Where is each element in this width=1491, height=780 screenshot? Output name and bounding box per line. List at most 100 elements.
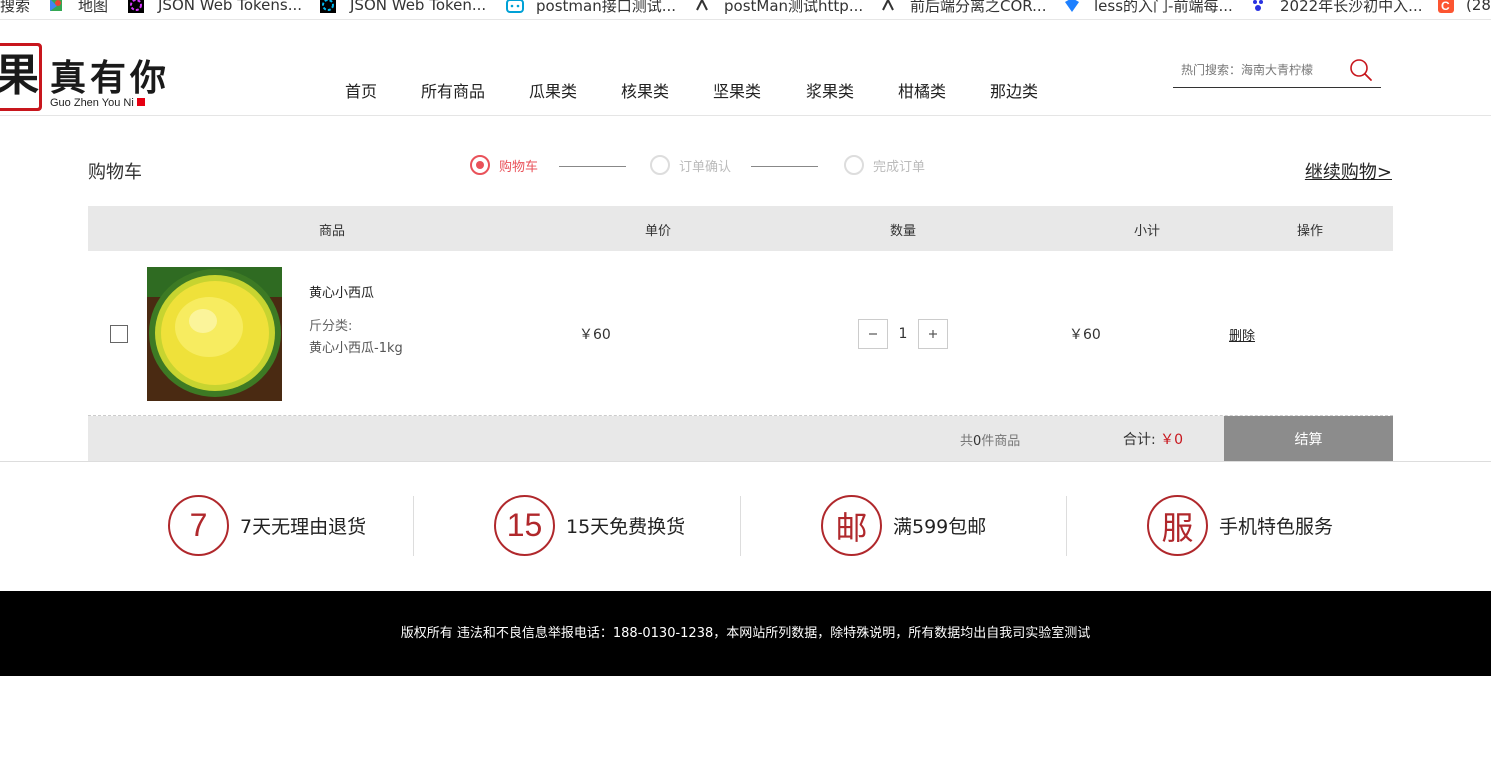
- column-header-actions: 操作: [1297, 224, 1324, 239]
- logo-subtitle: Guo Zhen You Ni: [50, 97, 145, 109]
- service-text: 手机特色服务: [1219, 516, 1334, 538]
- service-icon: 服: [1147, 495, 1208, 556]
- bookmarks-bar: 搜索 地图 JSON Web Tokens... JSON Web Token.…: [0, 0, 1491, 20]
- nav-all-products[interactable]: 所有商品: [421, 78, 485, 102]
- logo-subtitle-text: Guo Zhen You Ni: [50, 97, 134, 109]
- bookmark-label: postman接口测试...: [536, 0, 677, 15]
- total-amount: ￥0: [1160, 432, 1184, 448]
- cart-table-header: 商品 单价 数量 小计 操作: [88, 206, 1393, 251]
- nav-stone-fruit[interactable]: 核果类: [621, 78, 669, 102]
- bookmark-maps[interactable]: 地图: [48, 0, 108, 16]
- search-icon[interactable]: [1349, 58, 1373, 82]
- nav-home[interactable]: 首页: [345, 78, 377, 102]
- search-input[interactable]: [1173, 56, 1333, 84]
- step-inactive-icon: [650, 155, 670, 175]
- service-text: 15天免费换货: [566, 516, 686, 538]
- bookmark-postman[interactable]: postman接口测试...: [506, 0, 676, 16]
- product-spec-value: 黄心小西瓜-1kg: [309, 341, 403, 356]
- shield-icon: [1064, 0, 1080, 13]
- site-footer: 版权所有 违法和不良信息举报电话：188-0130-1238，本网站所列数据，除…: [0, 591, 1491, 676]
- section-divider: [0, 461, 1491, 462]
- step-label: 购物车: [499, 159, 539, 175]
- search-box: [1173, 56, 1381, 88]
- bookmark-label: 2022年长沙初中入...: [1280, 0, 1423, 15]
- increment-button[interactable]: [918, 319, 948, 349]
- bookmark-jwt-2[interactable]: JSON Web Token...: [320, 0, 486, 16]
- svg-text:C: C: [1441, 0, 1450, 13]
- service-7day-return: 7 7天无理由退货: [168, 495, 366, 556]
- bookmark-changsha[interactable]: 2022年长沙初中入...: [1250, 0, 1422, 16]
- product-image[interactable]: [147, 267, 282, 401]
- delete-item-link[interactable]: 删除: [1229, 325, 1255, 344]
- nav-melons[interactable]: 瓜果类: [529, 78, 577, 102]
- plus-icon: [929, 330, 937, 338]
- count-prefix: 共: [960, 434, 974, 449]
- service-text: 7天无理由退货: [240, 516, 367, 538]
- cart-item-row: 黄心小西瓜 斤分类: 黄心小西瓜-1kg ￥60 1 ￥60 删除: [88, 251, 1393, 416]
- bookmark-less[interactable]: less的入门-前端每...: [1064, 0, 1233, 16]
- jwt-icon: [320, 0, 336, 13]
- decrement-button[interactable]: [858, 319, 888, 349]
- quantity-value[interactable]: 1: [888, 326, 918, 342]
- column-header-subtotal: 小计: [1134, 224, 1161, 239]
- bookmark-label: 搜索: [0, 0, 31, 15]
- continue-shopping-link[interactable]: 继续购物>: [1305, 158, 1392, 184]
- return-7-icon: 7: [168, 495, 229, 556]
- checkout-button[interactable]: 结算: [1224, 416, 1393, 461]
- bookmark-jwt-1[interactable]: JSON Web Tokens...: [128, 0, 302, 16]
- quantity-stepper: 1: [858, 319, 948, 349]
- bookmark-cors[interactable]: 前后端分离之COR...: [880, 0, 1046, 16]
- logo-dot-icon: [136, 98, 145, 106]
- service-separator: [1066, 496, 1067, 556]
- nav-other[interactable]: 那边类: [990, 78, 1038, 102]
- column-header-price: 单价: [645, 224, 672, 239]
- bookmark-postman-http[interactable]: postMan测试http...: [694, 0, 863, 16]
- bookmark-label: postMan测试http...: [724, 0, 864, 15]
- bookmark-label: JSON Web Tokens...: [158, 0, 303, 14]
- bilibili-icon: [506, 0, 524, 13]
- step-connector: [559, 166, 626, 167]
- step-complete: 完成订单: [844, 155, 925, 175]
- item-subtotal: ￥60: [1069, 327, 1101, 343]
- cart-summary-bar: 共0件商品 合计: ￥0 结算: [88, 416, 1393, 461]
- service-free-shipping: 邮 满599包邮: [821, 495, 986, 556]
- logo-mark[interactable]: 果: [0, 43, 42, 111]
- column-header-product: 商品: [319, 224, 346, 239]
- product-spec-label: 斤分类:: [309, 319, 353, 334]
- product-name[interactable]: 黄心小西瓜: [309, 282, 374, 301]
- item-count: 共0件商品: [960, 430, 1020, 449]
- jwt-icon: [128, 0, 144, 13]
- step-inactive-icon: [844, 155, 864, 175]
- bookmark-label: 前后端分离之COR...: [910, 0, 1047, 15]
- total-label: 合计:: [1123, 432, 1161, 448]
- bookmark-label: 地图: [78, 0, 109, 15]
- unit-price: ￥60: [579, 327, 611, 343]
- exchange-15-icon: 15: [494, 495, 555, 556]
- maps-icon: [48, 0, 64, 13]
- nav-nuts[interactable]: 坚果类: [713, 78, 761, 102]
- logo-text[interactable]: 真有你: [50, 49, 170, 101]
- nav-citrus[interactable]: 柑橘类: [898, 78, 946, 102]
- item-select-checkbox[interactable]: [110, 325, 128, 343]
- mail-icon: 邮: [821, 495, 882, 556]
- bookmark-label: JSON Web Token...: [350, 0, 487, 14]
- cnblogs-icon: [880, 0, 896, 13]
- site-header: 果 真有你 Guo Zhen You Ni 首页 所有商品 瓜果类 核果类 坚果…: [0, 21, 1491, 116]
- column-header-quantity: 数量: [890, 224, 917, 239]
- service-15day-exchange: 15 15天免费换货: [494, 495, 685, 556]
- count-suffix: 件商品: [981, 434, 1021, 449]
- step-cart: 购物车: [470, 155, 538, 175]
- service-separator: [413, 496, 414, 556]
- baidu-icon: [1250, 0, 1266, 13]
- csdn-icon: C: [1438, 0, 1454, 13]
- step-label: 完成订单: [873, 159, 926, 175]
- step-label: 订单确认: [679, 159, 732, 175]
- bookmark-label: (28: [1466, 0, 1491, 14]
- order-total: 合计: ￥0: [1123, 429, 1183, 449]
- logo-char: 果: [0, 46, 39, 108]
- service-text: 满599包邮: [893, 516, 987, 538]
- nav-berries[interactable]: 浆果类: [806, 78, 854, 102]
- step-order-confirm: 订单确认: [650, 155, 731, 175]
- bookmark-search[interactable]: 搜索: [0, 0, 30, 16]
- bookmark-csdn[interactable]: C (28: [1438, 0, 1491, 16]
